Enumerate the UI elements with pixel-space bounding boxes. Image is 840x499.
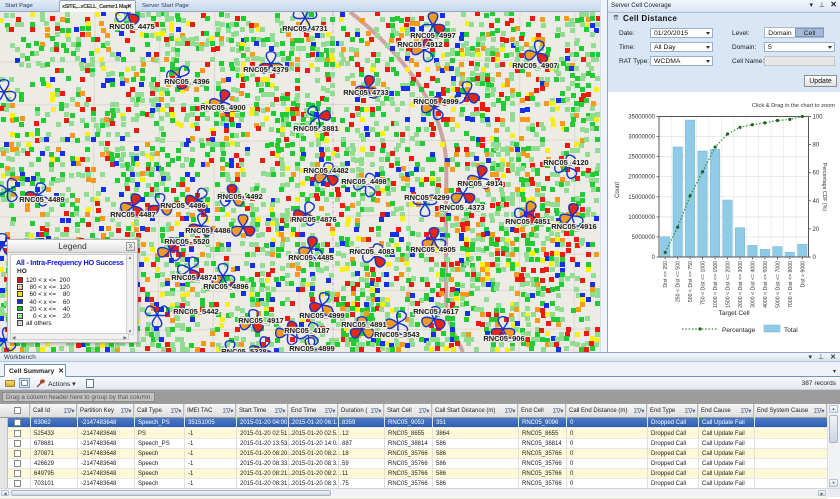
svg-text:RNC05_4498: RNC05_4498 [341, 177, 386, 186]
svg-text:RNC05_4487: RNC05_4487 [110, 210, 155, 219]
svg-text:RNC05_4876: RNC05_4876 [291, 215, 336, 224]
svg-text:25000000: 25000000 [628, 155, 655, 161]
svg-text:RNC05_4907: RNC05_4907 [512, 61, 557, 70]
svg-text:RNC05_4851: RNC05_4851 [505, 217, 550, 226]
svg-text:RNC05_4120: RNC05_4120 [543, 158, 588, 167]
svg-text:RNC05_4899: RNC05_4899 [289, 344, 334, 352]
svg-text:5000000: 5000000 [632, 235, 656, 241]
svg-text:Dist <= 250: Dist <= 250 [663, 261, 669, 288]
svg-text:RNC05_4373: RNC05_4373 [439, 203, 484, 212]
svg-text:35000000: 35000000 [628, 115, 655, 121]
svg-text:RNC05_4733: RNC05_4733 [343, 88, 388, 97]
svg-text:Target Cell: Target Cell [718, 310, 750, 317]
svg-text:20: 20 [813, 227, 820, 233]
svg-text:RNC05_4485: RNC05_4485 [288, 253, 333, 262]
svg-text:RNC05_4914: RNC05_4914 [457, 179, 503, 188]
svg-text:RNC05_4492: RNC05_4492 [217, 192, 262, 201]
svg-text:Total: Total [784, 327, 798, 334]
svg-text:RNC05_3543: RNC05_3543 [374, 330, 419, 339]
svg-text:RNC05_4912: RNC05_4912 [397, 40, 442, 49]
svg-text:2000 < Dist <= 3000: 2000 < Dist <= 3000 [738, 261, 744, 308]
svg-text:RNC05_4486: RNC05_4486 [185, 226, 230, 235]
svg-text:5000 < Dist <= 7000: 5000 < Dist <= 7000 [775, 261, 781, 308]
svg-text:RNC05_4917: RNC05_4917 [238, 316, 283, 325]
svg-text:3000 < Dist <= 4000: 3000 < Dist <= 4000 [750, 261, 756, 308]
svg-text:30000000: 30000000 [628, 135, 655, 141]
svg-text:80: 80 [813, 143, 820, 149]
svg-text:RNC05_4731: RNC05_4731 [282, 24, 327, 33]
svg-text:1500 < Dist <= 2000: 1500 < Dist <= 2000 [726, 261, 732, 308]
svg-text:Count: Count [615, 182, 621, 198]
svg-text:RNC05_4496: RNC05_4496 [160, 201, 205, 210]
svg-text:RNC05_5442: RNC05_5442 [173, 307, 218, 316]
svg-text:15000000: 15000000 [628, 195, 655, 201]
svg-text:100: 100 [813, 115, 824, 121]
svg-text:Percentage: Percentage [722, 327, 756, 334]
svg-text:250 < Dist <= 500: 250 < Dist <= 500 [676, 261, 682, 302]
svg-text:RNC05_4299: RNC05_4299 [404, 193, 449, 202]
svg-text:0: 0 [813, 255, 817, 261]
svg-text:10000000: 10000000 [628, 215, 655, 221]
svg-text:RNC05_4489: RNC05_4489 [19, 195, 64, 204]
svg-text:500 < Dist <= 750: 500 < Dist <= 750 [688, 261, 694, 302]
svg-text:7000 < Dist <= 9000: 7000 < Dist <= 9000 [788, 261, 794, 308]
svg-text:RNC05_4482: RNC05_4482 [303, 166, 348, 175]
svg-text:RNC05_4997: RNC05_4997 [410, 31, 455, 40]
svg-text:4000 < Dist <= 5000: 4000 < Dist <= 5000 [763, 261, 769, 308]
svg-text:RNC05_4475: RNC05_4475 [109, 22, 154, 31]
svg-text:RNC05_4891: RNC05_4891 [341, 320, 386, 329]
svg-text:60: 60 [813, 171, 820, 177]
svg-text:RNC05_4617: RNC05_4617 [413, 307, 458, 316]
svg-text:RNC05_4896: RNC05_4896 [203, 282, 248, 291]
svg-text:RNC05_4396: RNC05_4396 [164, 77, 209, 86]
svg-text:RNC05_3881: RNC05_3881 [293, 124, 338, 133]
svg-text:RNC05_4083: RNC05_4083 [349, 247, 394, 256]
svg-text:RNC05_4916: RNC05_4916 [551, 222, 596, 231]
svg-text:RNC05_4900: RNC05_4900 [200, 103, 245, 112]
svg-text:20000000: 20000000 [628, 175, 655, 181]
svg-text:Percentage CDF (%): Percentage CDF (%) [821, 163, 827, 211]
svg-text:RNC05_4905: RNC05_4905 [410, 245, 455, 254]
svg-text:0: 0 [652, 255, 656, 261]
svg-text:RNC05_4999: RNC05_4999 [299, 311, 344, 320]
svg-text:RNC05_4187: RNC05_4187 [284, 326, 329, 335]
svg-text:RNC05_4379: RNC05_4379 [243, 65, 288, 74]
svg-text:Dist > 9000: Dist > 9000 [800, 261, 806, 288]
svg-text:750 < Dist <= 1000: 750 < Dist <= 1000 [701, 261, 707, 305]
svg-text:1000 < Dist <= 1500: 1000 < Dist <= 1500 [713, 261, 719, 308]
svg-text:RNC05_5520: RNC05_5520 [164, 237, 209, 246]
svg-text:RNC05_4999: RNC05_4999 [413, 97, 458, 106]
svg-text:RNC05_906: RNC05_906 [483, 334, 524, 343]
svg-text:RNC05_4874: RNC05_4874 [171, 273, 217, 282]
svg-text:40: 40 [813, 199, 820, 205]
